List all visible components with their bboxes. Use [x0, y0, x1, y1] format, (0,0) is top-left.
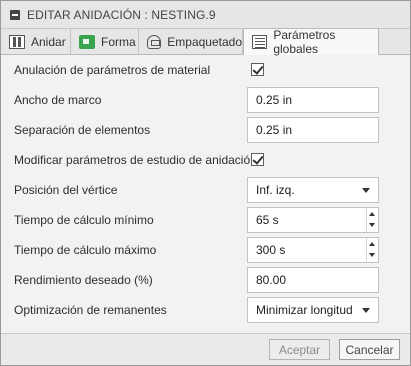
dialog-footer: Aceptar Cancelar — [1, 333, 410, 365]
max-time-row: Tiempo de cálculo máximo 300 s — [14, 237, 380, 263]
min-time-row: Tiempo de cálculo mínimo 65 s — [14, 207, 380, 233]
part-separation-value: 0.25 in — [256, 123, 293, 137]
max-time-value: 300 s — [256, 243, 286, 257]
part-separation-row: Separación de elementos 0.25 in — [14, 117, 380, 143]
ok-button[interactable]: Aceptar — [269, 339, 330, 360]
shape-icon — [79, 34, 95, 49]
tab-label: Anidar — [31, 34, 66, 49]
material-override-checkbox[interactable] — [251, 63, 264, 76]
dialog-titlebar[interactable]: EDITAR ANIDACIÓN : NESTING.9 — [1, 1, 410, 29]
chevron-down-icon — [362, 188, 370, 193]
frame-width-input[interactable]: 0.25 in — [247, 87, 379, 113]
tab-label: Forma — [101, 34, 136, 49]
chevron-down-icon — [362, 308, 370, 313]
collapse-icon[interactable] — [10, 9, 20, 20]
tab-packing[interactable]: Empaquetado — [139, 29, 243, 54]
vertex-position-row: Posición del vértice Inf. izq. — [14, 177, 380, 203]
remnant-optimization-row: Optimización de remanentes Minimizar lon… — [14, 297, 380, 323]
modify-study-label: Modificar parámetros de estudio de anida… — [14, 153, 257, 167]
min-time-label: Tiempo de cálculo mínimo — [14, 213, 154, 227]
frame-width-value: 0.25 in — [256, 93, 293, 107]
target-efficiency-value: 80.00 — [256, 273, 287, 287]
material-override-row: Anulación de parámetros de material — [14, 57, 380, 83]
target-efficiency-label: Rendimiento deseado (%) — [14, 273, 153, 287]
vertex-position-label: Posición del vértice — [14, 183, 118, 197]
max-time-label: Tiempo de cálculo máximo — [14, 243, 157, 257]
remnant-optimization-select[interactable]: Minimizar longitud — [247, 297, 379, 323]
modify-study-checkbox[interactable] — [251, 153, 264, 166]
tab-shape[interactable]: Forma — [71, 29, 139, 54]
edit-nesting-dialog: EDITAR ANIDACIÓN : NESTING.9 Anidar Form… — [0, 0, 411, 366]
increment-icon[interactable] — [369, 242, 375, 246]
vertex-position-select[interactable]: Inf. izq. — [247, 177, 379, 203]
dialog-title: EDITAR ANIDACIÓN : NESTING.9 — [27, 7, 216, 22]
vertex-position-value: Inf. izq. — [256, 183, 295, 197]
spin-buttons[interactable] — [366, 208, 378, 232]
material-override-label: Anulación de parámetros de material — [14, 63, 211, 77]
increment-icon[interactable] — [369, 212, 375, 216]
target-efficiency-row: Rendimiento deseado (%) 80.00 — [14, 267, 380, 293]
spin-buttons[interactable] — [366, 238, 378, 262]
decrement-icon[interactable] — [369, 253, 375, 257]
remnant-optimization-label: Optimización de remanentes — [14, 303, 167, 317]
remnant-optimization-value: Minimizar longitud — [256, 303, 353, 317]
target-efficiency-input[interactable]: 80.00 — [247, 267, 379, 293]
min-time-stepper[interactable]: 65 s — [247, 207, 379, 233]
min-time-value: 65 s — [256, 213, 279, 227]
packing-icon — [147, 34, 162, 49]
part-separation-input[interactable]: 0.25 in — [247, 117, 379, 143]
tab-label: Parámetros globales — [273, 28, 336, 56]
parameters-icon — [252, 35, 268, 49]
max-time-stepper[interactable]: 300 s — [247, 237, 379, 263]
tab-label: Empaquetado — [167, 34, 242, 49]
tab-nest[interactable]: Anidar — [1, 29, 71, 54]
tab-global-parameters[interactable]: Parámetros globales — [243, 28, 379, 56]
modify-study-row: Modificar parámetros de estudio de anida… — [14, 147, 380, 173]
nest-icon — [9, 34, 25, 49]
cancel-button[interactable]: Cancelar — [339, 339, 400, 360]
decrement-icon[interactable] — [369, 223, 375, 227]
frame-width-row: Ancho de marco 0.25 in — [14, 87, 380, 113]
frame-width-label: Ancho de marco — [14, 93, 102, 107]
global-parameters-panel: Anulación de parámetros de material Anch… — [1, 56, 410, 333]
part-separation-label: Separación de elementos — [14, 123, 151, 137]
tab-bar: Anidar Forma Empaquetado Parámetros glob… — [1, 28, 410, 56]
